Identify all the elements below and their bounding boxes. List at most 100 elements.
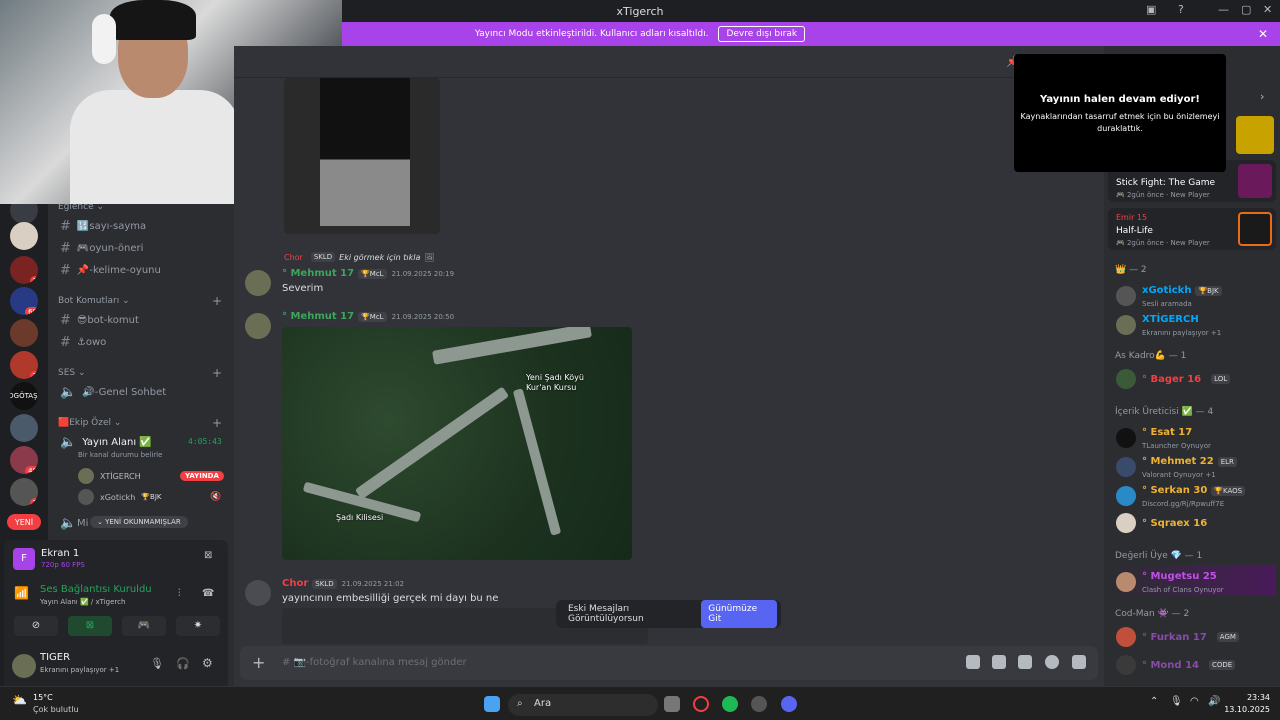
screen-share-button[interactable]: ⊠ — [68, 616, 112, 636]
live-badge: YAYINDA — [180, 471, 224, 481]
add-channel-icon[interactable]: + — [212, 366, 222, 380]
headphones-icon[interactable]: 🎧 — [176, 657, 190, 670]
gif-icon[interactable] — [992, 655, 1006, 669]
chevron-up-icon[interactable]: ⌃ — [1150, 696, 1158, 707]
channel-genel-sohbet[interactable]: 🔈 🔊-Genel Sohbet — [60, 385, 166, 400]
help-icon[interactable]: ? — [1178, 3, 1184, 16]
channel-kelime-oyunu[interactable]: # 📌-kelime-oyunu — [60, 263, 161, 278]
volume-icon[interactable]: 🔊 — [1208, 696, 1220, 707]
mic-icon[interactable]: 🎙 — [1170, 696, 1183, 707]
spotify-icon[interactable] — [722, 696, 738, 712]
username[interactable]: TIGER — [40, 652, 70, 663]
message-input[interactable]: # 📷-fotoğraf kanalına mesaj gönder — [282, 657, 467, 668]
add-channel-icon[interactable]: + — [212, 294, 222, 308]
activity-card[interactable]: Emir 15 Half-Life 🎮 2gün önce · New Play… — [1108, 208, 1276, 250]
server-icon[interactable]: 7 — [10, 351, 38, 379]
voice-channel[interactable]: Yayın Alanı ✅ / xTigerch — [40, 598, 125, 606]
avatar[interactable] — [245, 580, 271, 606]
channel-status[interactable]: Bir kanal durumu belirle — [78, 451, 162, 459]
voice-user[interactable]: XTİGERCH YAYINDA — [78, 468, 224, 484]
close-icon[interactable]: ✕ — [1258, 27, 1268, 41]
avatar — [1116, 286, 1136, 306]
sticker-icon[interactable] — [1018, 655, 1032, 669]
channel-sayi-sayma[interactable]: # 🔢sayı-sayma — [60, 219, 146, 234]
noise-icon[interactable]: ⫶ — [178, 588, 181, 599]
category-bot-komutlari[interactable]: Bot Komutları ⌄ + — [58, 294, 222, 308]
gift-icon[interactable] — [966, 655, 980, 669]
weather-temp[interactable]: 15°C — [33, 693, 53, 702]
clock-time[interactable]: 23:34 — [1230, 693, 1270, 702]
voice-status[interactable]: Ses Bağlantısı Kuruldu — [40, 584, 152, 595]
disable-streamer-mode-button[interactable]: Devre dışı bırak — [718, 26, 806, 42]
opera-icon[interactable] — [693, 696, 709, 712]
disconnect-icon[interactable]: ☎ — [202, 588, 214, 599]
member-item[interactable]: xGotickh 🏆BJK Sesli aramada — [1116, 283, 1222, 309]
clock-date[interactable]: 13.10.2025 — [1222, 705, 1270, 714]
satellite-map-image[interactable]: Yeni Şadı Köyü Kur'an Kursu Şadı Kilises… — [282, 327, 632, 560]
game-icon[interactable] — [1072, 655, 1086, 669]
role-header: Değerli Üye 💎 — 1 — [1115, 551, 1203, 561]
member-item[interactable]: ° Mugetsu 25 Clash of Clans Oynuyor — [1116, 569, 1224, 595]
channel-yayin-alani[interactable]: 🔈 Yayın Alanı ✅ — [60, 435, 152, 450]
maximize-button[interactable]: ▢ — [1241, 3, 1251, 16]
start-icon[interactable] — [484, 696, 500, 712]
avatar[interactable] — [12, 654, 36, 678]
category-ekip-ozel[interactable]: 🟥Ekip Özel ⌄ + — [58, 416, 222, 430]
chevron-right-icon[interactable]: › — [1260, 90, 1264, 103]
member-item[interactable]: XTİGERCH Ekranını paylaşıyor +1 — [1116, 312, 1221, 338]
server-icon[interactable]: 48 — [10, 446, 38, 474]
message-author[interactable]: Chor SKLD 21.09.2025 21:02 — [282, 578, 404, 589]
server-icon[interactable] — [10, 414, 38, 442]
server-icon[interactable]: 1 — [10, 478, 38, 506]
message-composer[interactable]: + # 📷-fotoğraf kanalına mesaj gönder — [240, 646, 1098, 680]
camera-off-button[interactable]: ⊘ — [14, 616, 58, 636]
server-icon[interactable]: DGÖTAŞ. — [10, 382, 38, 410]
member-item[interactable]: ° Mond 14 CODE — [1116, 655, 1236, 675]
task-view-icon[interactable] — [664, 696, 680, 712]
weather-desc[interactable]: Çok bulutlu — [33, 705, 79, 714]
channel-owo[interactable]: # ⚓owo — [60, 335, 106, 350]
attachment-image[interactable] — [284, 78, 440, 234]
message-author[interactable]: ° Mehmut 17 🏆McL 21.09.2025 20:50 — [282, 311, 454, 322]
reply-preview[interactable]: Chor SKLD Eki görmek için tıkla 🖼 — [284, 252, 435, 262]
avatar[interactable] — [245, 270, 271, 296]
add-channel-icon[interactable]: + — [212, 416, 222, 430]
voice-user[interactable]: xGotickh 🏆BJK 🔇 — [78, 489, 221, 505]
taskbar-search[interactable]: ⌕ Ara — [508, 694, 658, 716]
stop-stream-icon[interactable]: ⊠ — [204, 550, 212, 561]
emoji-icon[interactable] — [1045, 655, 1059, 669]
add-attachment-icon[interactable]: + — [252, 653, 265, 672]
member-item[interactable]: ° Mehmet 22 ELR Valorant Oynuyor +1 — [1116, 454, 1237, 480]
new-unread-pill[interactable]: YENİ — [7, 514, 41, 530]
server-icon[interactable]: 69 — [10, 287, 38, 315]
discord-icon[interactable] — [781, 696, 797, 712]
category-ses[interactable]: SES ⌄ + — [58, 366, 222, 380]
member-item[interactable]: ° Sqraex 16 — [1116, 513, 1207, 533]
obs-icon[interactable] — [751, 696, 767, 712]
jump-to-present-button[interactable]: Günümüze Git — [701, 600, 777, 628]
inbox-icon[interactable]: ▣ — [1146, 3, 1156, 16]
close-window-button[interactable]: ✕ — [1263, 3, 1272, 16]
mic-icon[interactable]: 🎙 — [150, 657, 164, 670]
member-item[interactable]: ° Furkan 17 AGM — [1116, 627, 1239, 647]
new-unreads-pill[interactable]: ⌄ YENİ OKUNMAMIŞLAR — [90, 516, 188, 528]
member-item[interactable]: ° Serkan 30 🏆KAOS Discord.gg/Rj/Rpwuff7E — [1116, 483, 1246, 509]
member-item[interactable]: ° Bager 16 LOL — [1116, 369, 1231, 389]
soundboard-button[interactable]: ✷ — [176, 616, 220, 636]
gear-icon[interactable]: ⚙ — [202, 656, 213, 670]
channel-oyun-oneri[interactable]: # 🎮oyun-öneri — [60, 241, 143, 256]
channel-mi[interactable]: Mi — [77, 518, 88, 529]
wifi-icon[interactable]: ◠ — [1190, 696, 1199, 707]
member-item[interactable]: ° Esat 17 TLauncher Oynuyor — [1116, 425, 1211, 451]
hash-icon: # — [60, 241, 71, 256]
avatar[interactable] — [245, 313, 271, 339]
server-icon[interactable] — [10, 319, 38, 347]
server-icon[interactable] — [10, 222, 38, 250]
channel-bot-komut[interactable]: # 😎bot-komut — [60, 313, 139, 328]
avatar — [1116, 457, 1136, 477]
server-icon[interactable]: 1 — [10, 256, 38, 284]
message-text: Severim — [282, 283, 324, 294]
minimize-button[interactable]: — — [1218, 3, 1229, 16]
activity-button[interactable]: 🎮 — [122, 616, 166, 636]
message-author[interactable]: ° Mehmut 17 🏆McL 21.09.2025 20:19 — [282, 268, 454, 279]
